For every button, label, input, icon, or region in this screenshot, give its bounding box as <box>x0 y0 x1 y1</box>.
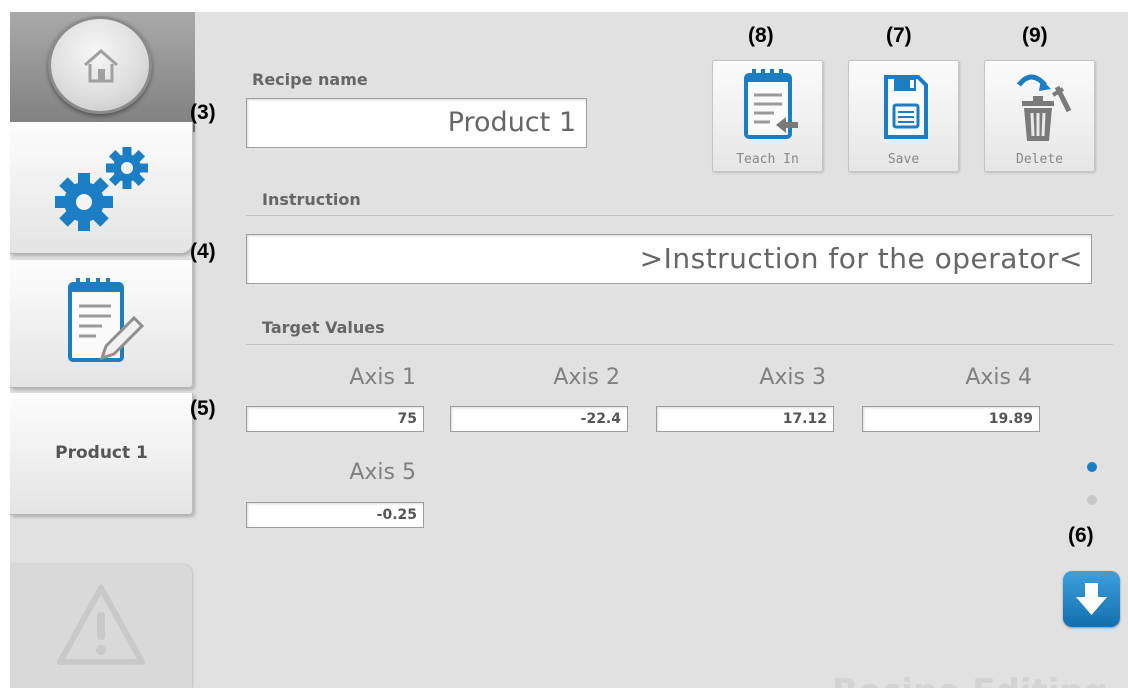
axis-5-field[interactable]: -0.25 <box>246 502 424 528</box>
callout-9: (9) <box>1022 24 1048 47</box>
callout-4: (4) <box>190 240 216 263</box>
axis-2-label: Axis 2 <box>553 365 620 390</box>
recipe-name-label: Recipe name <box>252 70 368 89</box>
home-icon <box>84 49 118 83</box>
axis-3-label: Axis 3 <box>759 365 826 390</box>
target-values-divider <box>246 344 1113 345</box>
axis-3-field[interactable]: 17.12 <box>656 406 834 432</box>
scroll-down-button[interactable] <box>1063 571 1120 627</box>
page-indicator-dot <box>1087 495 1097 505</box>
save-button[interactable]: Save <box>848 60 959 172</box>
sidebar-item-product[interactable]: Product 1 <box>10 393 193 515</box>
callout-3: (3) <box>190 101 216 124</box>
callout-7: (7) <box>886 24 912 47</box>
callout-8: (8) <box>748 24 774 47</box>
instruction-label: Instruction <box>262 190 361 209</box>
page-indicator-dot-active <box>1087 462 1097 472</box>
delete-label: Delete <box>1016 152 1063 167</box>
home-button[interactable] <box>48 16 152 114</box>
callout-5: (5) <box>190 397 216 420</box>
delete-icon <box>1016 74 1071 141</box>
axis-4-label: Axis 4 <box>965 365 1032 390</box>
axis-5-label: Axis 5 <box>349 460 416 485</box>
teach-in-button[interactable]: Teach In <box>712 60 823 172</box>
recipe-editing-screen: Product 1 (3) (4) (5) (6) (7) (8) (9) Re… <box>10 12 1128 688</box>
instruction-field[interactable]: >Instruction for the operator< <box>246 234 1092 284</box>
sidebar-item-settings[interactable] <box>10 122 193 254</box>
axis-4-field[interactable]: 19.89 <box>862 406 1040 432</box>
sidebar-item-alarm[interactable] <box>10 564 192 688</box>
delete-button[interactable]: Delete <box>984 60 1095 172</box>
instruction-divider <box>246 215 1113 216</box>
recipe-name-field[interactable]: Product 1 <box>246 98 587 148</box>
teach-in-label: Teach In <box>736 152 799 167</box>
sidebar-nav: Product 1 <box>10 12 195 688</box>
axis-1-field[interactable]: 75 <box>246 406 424 432</box>
gears-icon <box>55 147 148 231</box>
arrow-down-icon <box>1076 583 1107 615</box>
sidebar-item-recipe[interactable] <box>10 260 193 388</box>
notepad-edit-icon <box>68 278 145 362</box>
axis-2-field[interactable]: -22.4 <box>450 406 628 432</box>
axis-1-label: Axis 1 <box>349 365 416 390</box>
target-values-label: Target Values <box>262 318 385 337</box>
teach-in-icon <box>743 69 798 139</box>
product-label: Product 1 <box>55 443 148 463</box>
save-icon <box>883 75 928 139</box>
warning-triangle-icon <box>57 585 145 665</box>
save-label: Save <box>887 152 920 167</box>
callout-6: (6) <box>1068 524 1094 547</box>
screen-title-watermark: Recipe Editing <box>832 672 1108 688</box>
